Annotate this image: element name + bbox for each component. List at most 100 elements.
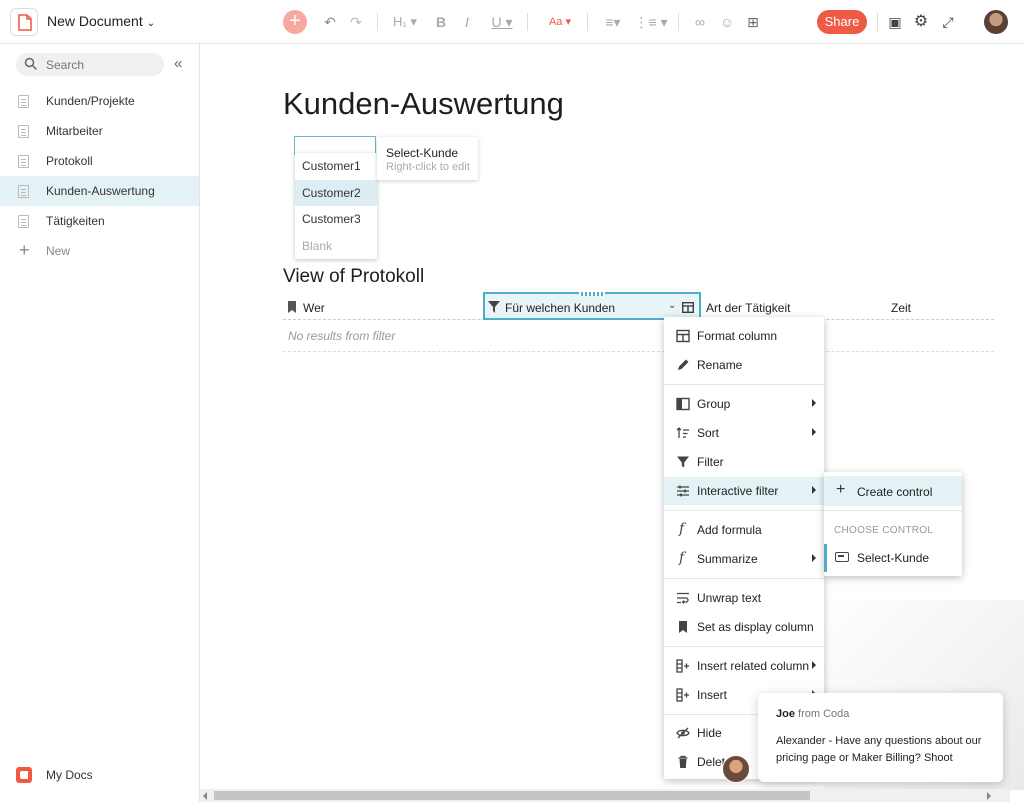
column-header-wer[interactable]: Wer <box>287 301 325 315</box>
collapse-sidebar-icon[interactable]: « <box>174 55 182 72</box>
top-toolbar: New Document ⌄ + ↶ ↷ H₁ ▾ B I U ▾ Aa ▾ ≡▾… <box>0 0 1024 44</box>
toolbar-divider <box>587 13 588 31</box>
menu-item-label: Filter <box>697 455 724 469</box>
search-input[interactable] <box>46 55 156 74</box>
selection-indicator <box>824 544 827 572</box>
view-title: View of Protokoll <box>283 266 425 287</box>
eye-off-icon <box>676 727 690 739</box>
table-icon[interactable] <box>682 301 694 316</box>
menu-divider <box>664 384 824 385</box>
menu-item-label: Summarize <box>697 552 758 566</box>
page-title: Kunden-Auswertung <box>283 86 564 121</box>
pencil-icon <box>678 359 689 370</box>
gear-icon[interactable]: ⚙ <box>912 12 930 32</box>
empty-table-row: No results from filter <box>283 322 994 352</box>
plus-icon: + <box>19 240 30 260</box>
sliders-icon <box>677 485 689 497</box>
chat-sender: Joe from Coda <box>776 708 849 720</box>
column-header-art-der-taetigkeit[interactable]: Art der Tätigkeit <box>706 301 790 315</box>
scroll-right-arrow-icon[interactable] <box>987 792 991 800</box>
menu-item-add-formula[interactable]: f Add formula <box>664 516 824 544</box>
my-docs-label: My Docs <box>46 768 93 782</box>
tooltip-title: Select-Kunde <box>386 146 459 160</box>
sidebar: « Kunden/Projekte Mitarbeiter Protokoll … <box>0 44 200 802</box>
chat-popup[interactable]: Joe from Coda Alexander - Have any quest… <box>758 693 1003 782</box>
column-header-label: Wer <box>303 301 325 315</box>
menu-item-label: Group <box>697 397 731 411</box>
sidebar-item-taetigkeiten[interactable]: Tätigkeiten <box>0 206 199 236</box>
add-button[interactable]: + <box>283 10 307 34</box>
sidebar-item-kunden-auswertung[interactable]: Kunden-Auswertung <box>0 176 199 206</box>
group-icon <box>676 397 690 411</box>
app-window: New Document ⌄ + ↶ ↷ H₁ ▾ B I U ▾ Aa ▾ ≡▾… <box>0 0 1024 802</box>
menu-item-unwrap-text[interactable]: Unwrap text <box>664 584 824 612</box>
dropdown-option-blank[interactable]: Blank <box>295 233 377 259</box>
user-avatar[interactable] <box>984 10 1008 34</box>
horizontal-scrollbar[interactable] <box>200 789 1010 802</box>
dropdown-option-selected[interactable]: Customer2 <box>295 180 377 206</box>
bookmark-icon <box>679 621 687 633</box>
menu-item-format-column[interactable]: Format column <box>664 322 824 350</box>
menu-item-insert-related-column[interactable]: Insert related column <box>664 652 824 680</box>
share-button[interactable]: Share <box>817 10 867 34</box>
sort-icon <box>676 427 689 438</box>
menu-item-filter[interactable]: Filter <box>664 448 824 476</box>
interactive-filter-submenu: + Create control CHOOSE CONTROL Select-K… <box>824 472 962 576</box>
trash-icon <box>678 755 688 768</box>
menu-item-group[interactable]: Group <box>664 390 824 418</box>
sidebar-item-protokoll[interactable]: Protokoll <box>0 146 199 176</box>
control-option-select-kunde[interactable]: Select-Kunde <box>824 544 962 572</box>
sidebar-item-mitarbeiter[interactable]: Mitarbeiter <box>0 116 199 146</box>
sidebar-item-label: Kunden/Projekte <box>46 94 135 108</box>
menu-divider <box>664 646 824 647</box>
document-title-menu[interactable]: New Document ⌄ <box>47 13 155 29</box>
chat-agent-avatar[interactable] <box>722 755 750 783</box>
menu-item-sort[interactable]: Sort <box>664 419 824 447</box>
chat-sender-suffix: from Coda <box>798 708 850 720</box>
insert-comment-icon[interactable]: ⊞ <box>744 12 762 32</box>
comments-icon[interactable]: ▣ <box>886 12 904 32</box>
menu-item-label: Set as display column <box>697 620 814 634</box>
insert-column-icon <box>676 688 689 702</box>
scroll-left-arrow-icon[interactable] <box>203 792 207 800</box>
toolbar-divider <box>377 13 378 31</box>
underline-icon[interactable]: U ▾ <box>486 12 518 32</box>
column-header-fuer-welchen-kunden[interactable]: Für welchen Kunden ⌄ <box>483 292 701 320</box>
sidebar-item-kunden-projekte[interactable]: Kunden/Projekte <box>0 86 199 116</box>
column-header-label: Für welchen Kunden <box>505 301 616 315</box>
new-page-button[interactable]: + New <box>0 236 199 266</box>
scrollbar-thumb[interactable] <box>214 791 810 800</box>
fullscreen-icon[interactable]: ⤢ <box>939 12 957 32</box>
chevron-down-icon[interactable]: ⌄ <box>668 300 676 311</box>
redo-icon[interactable]: ↷ <box>348 12 364 32</box>
menu-item-interactive-filter[interactable]: Interactive filter <box>664 477 824 505</box>
italic-icon[interactable]: I <box>460 12 474 32</box>
create-control-button[interactable]: + Create control <box>824 476 962 506</box>
emoji-icon[interactable]: ☺ <box>718 12 736 32</box>
link-icon[interactable]: ∞ <box>691 12 709 32</box>
column-header-zeit[interactable]: Zeit <box>891 301 911 315</box>
submenu-arrow-icon <box>812 661 816 669</box>
document-title: New Document <box>47 13 143 29</box>
text-color-icon[interactable]: Aa ▾ <box>543 12 577 32</box>
document-logo-icon[interactable] <box>10 8 38 36</box>
bold-icon[interactable]: B <box>434 12 448 32</box>
chevron-down-icon: ⌄ <box>146 18 156 29</box>
menu-item-rename[interactable]: Rename <box>664 351 824 379</box>
search-box[interactable] <box>16 53 164 76</box>
dropdown-option[interactable]: Customer3 <box>295 206 377 232</box>
menu-item-summarize[interactable]: f Summarize <box>664 545 824 573</box>
menu-item-set-display-column[interactable]: Set as display column <box>664 613 824 641</box>
list-icon[interactable]: ⋮≡ ▾ <box>634 12 668 32</box>
dropdown-option[interactable]: Customer1 <box>295 153 377 179</box>
heading-style-icon[interactable]: H₁ ▾ <box>389 12 421 32</box>
sidebar-item-label: Kunden-Auswertung <box>46 184 155 198</box>
chat-sender-name: Joe <box>776 708 795 720</box>
menu-item-label: Hide <box>697 726 722 740</box>
column-drag-handle[interactable] <box>579 292 605 296</box>
formula-icon: f <box>679 550 685 566</box>
undo-icon[interactable]: ↶ <box>322 12 338 32</box>
align-icon[interactable]: ≡▾ <box>600 12 626 32</box>
chat-message: Alexander - Have any questions about our… <box>776 735 982 764</box>
menu-divider <box>664 578 824 579</box>
